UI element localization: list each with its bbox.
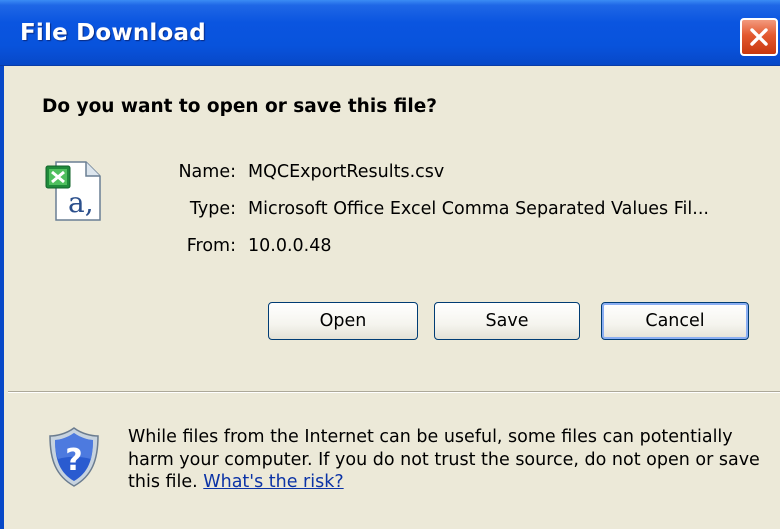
file-from-label: From: <box>186 236 236 256</box>
security-warning: While files from the Internet can be use… <box>128 426 768 494</box>
file-type-value: Microsoft Office Excel Comma Separated V… <box>248 199 709 219</box>
dialog-question: Do you want to open or save this file? <box>42 96 437 117</box>
title-bar[interactable]: File Download <box>0 0 780 66</box>
cancel-button[interactable]: Cancel <box>601 302 749 340</box>
whats-the-risk-link[interactable]: What's the risk? <box>203 472 343 492</box>
file-type-label: Type: <box>189 199 236 219</box>
open-button[interactable]: Open <box>268 302 418 340</box>
file-from-row: From: 10.0.0.48 <box>0 236 780 260</box>
file-name-value: MQCExportResults.csv <box>248 162 445 182</box>
svg-text:?: ? <box>65 443 82 478</box>
file-from-value: 10.0.0.48 <box>248 236 332 256</box>
close-button[interactable] <box>740 18 778 56</box>
save-button[interactable]: Save <box>434 302 580 340</box>
window-frame-left <box>0 66 4 529</box>
security-shield-icon: ? <box>49 427 99 487</box>
file-type-row: Type: Microsoft Office Excel Comma Separ… <box>0 199 780 223</box>
close-icon <box>750 28 768 46</box>
file-name-row: Name: MQCExportResults.csv <box>0 162 780 186</box>
window-title: File Download <box>20 20 206 46</box>
file-name-label: Name: <box>178 162 236 182</box>
file-download-dialog: File Download Do you want to open or sav… <box>0 0 780 529</box>
separator <box>8 391 780 393</box>
